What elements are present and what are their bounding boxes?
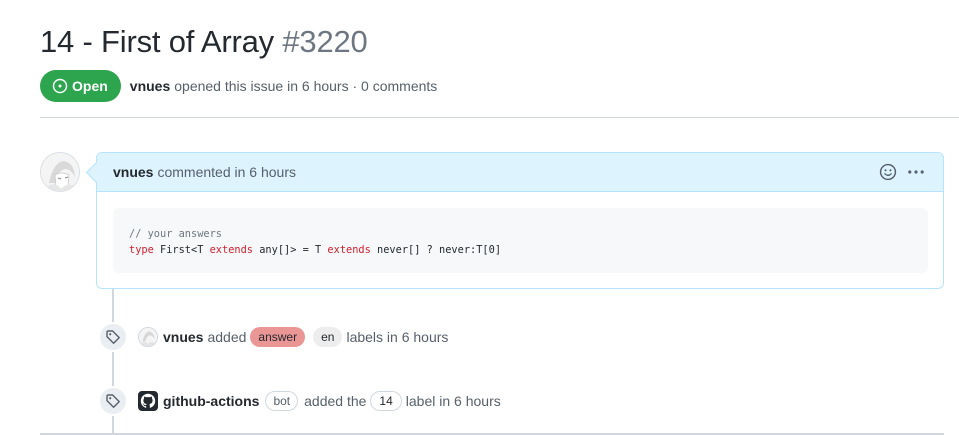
issue-number: #3220 xyxy=(282,24,368,59)
label-14[interactable]: 14 xyxy=(370,391,402,411)
event-suffix: label in 6 hours xyxy=(405,393,501,409)
issue-author-link[interactable]: vnues xyxy=(130,78,170,94)
event-verb: added xyxy=(207,329,247,345)
issue-title: 14 - First of Array #3220 xyxy=(40,24,368,60)
issue-meta: Open vnues opened this issue in 6 hours … xyxy=(40,70,437,102)
tag-icon xyxy=(98,322,128,352)
tag-icon xyxy=(98,386,128,416)
comment-box: vnues commented in 6 hours // your answe xyxy=(96,152,944,289)
event-suffix: labels in 6 hours xyxy=(346,329,449,345)
github-logo-icon[interactable] xyxy=(138,391,158,411)
code-token: extends xyxy=(327,244,371,256)
code-token: any[]> = T xyxy=(253,244,328,256)
label-answer[interactable]: answer xyxy=(250,327,306,347)
code-token: never[] ? never:T[0] xyxy=(370,244,502,256)
event-verb: added the xyxy=(304,393,367,409)
comment-author-avatar[interactable] xyxy=(40,152,80,192)
code-comment-line: // your answers xyxy=(129,228,222,240)
comment-author-link[interactable]: vnues xyxy=(113,164,153,180)
code-line: type First<T extends any[]> = T extends … xyxy=(129,244,501,256)
issue-meta-text: opened this issue in 6 hours · 0 comment… xyxy=(174,78,438,94)
bot-author-link[interactable]: github-actions xyxy=(163,393,259,409)
issue-state-label: Open xyxy=(72,78,108,94)
kebab-horizontal-icon[interactable] xyxy=(907,163,925,181)
timeline-labels-event: vnues added answer en labels in 6 hours xyxy=(98,322,449,352)
avatar-image xyxy=(41,153,79,191)
header-divider xyxy=(40,117,959,118)
timeline-bot-event: github-actions bot added the 14 label in… xyxy=(98,386,501,416)
comment-action-text: commented in 6 hours xyxy=(157,164,296,180)
issue-state-badge: Open xyxy=(40,70,121,102)
code-token: type xyxy=(129,244,154,256)
issue-opened-icon xyxy=(52,78,68,94)
code-block: // your answers type First<T extends any… xyxy=(113,208,928,273)
event-author-link[interactable]: vnues xyxy=(163,329,203,345)
comment-actions xyxy=(879,163,925,181)
code-token: extends xyxy=(209,244,254,256)
issue-title-text: 14 - First of Array xyxy=(40,24,274,59)
event-author-avatar[interactable] xyxy=(138,327,158,347)
bot-badge: bot xyxy=(265,391,299,411)
label-en[interactable]: en xyxy=(313,327,343,347)
code-token: First<T xyxy=(153,244,210,256)
smiley-icon[interactable] xyxy=(879,163,897,181)
comment-header: vnues commented in 6 hours xyxy=(97,153,943,192)
